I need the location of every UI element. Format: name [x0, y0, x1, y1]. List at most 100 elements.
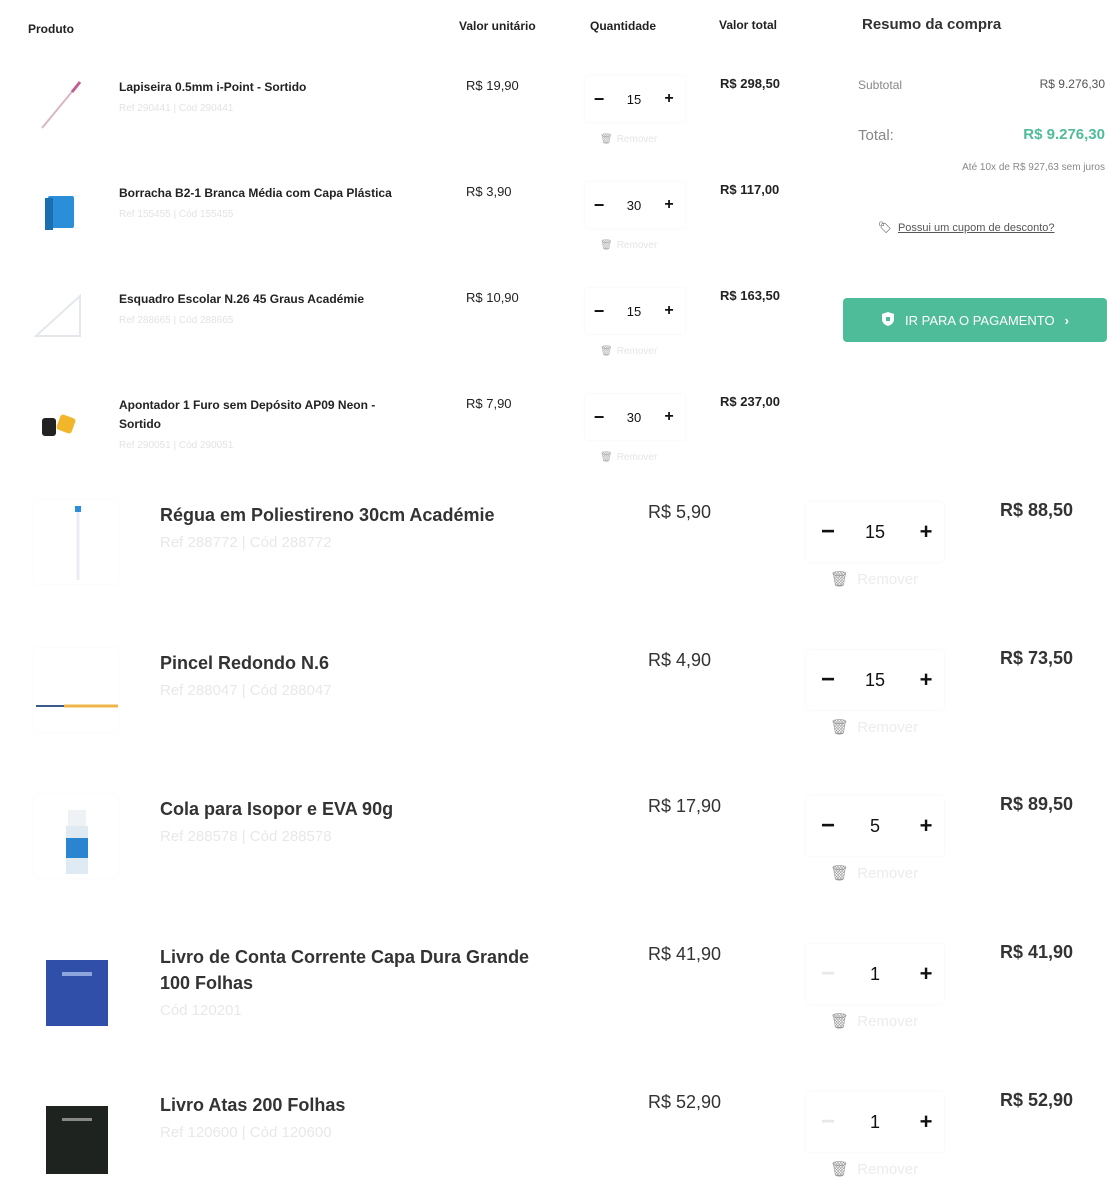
unit-price: R$ 3,90 — [466, 184, 512, 199]
remove-label: Remover — [616, 240, 658, 251]
remove-label: Remover — [857, 1161, 919, 1178]
remove-label: Remover — [616, 346, 658, 357]
product-thumbnail[interactable] — [34, 500, 118, 584]
decrease-quantity-button[interactable]: − — [585, 288, 613, 334]
product-name[interactable]: Apontador 1 Furo sem Depósito AP09 Neon … — [119, 396, 419, 455]
cart-item-row: Régua em Poliestireno 30cm Académie Ref 2… — [0, 478, 1107, 628]
payment-button[interactable]: IR PARA O PAGAMENTO › — [843, 298, 1107, 342]
decrease-quantity-button[interactable]: − — [814, 650, 842, 710]
total-price: R$ 237,00 — [720, 394, 780, 409]
header-valor-unitario: Valor unitário — [459, 19, 536, 33]
coupon-link[interactable]: 🏷 Possui um cupom de desconto? — [878, 221, 1055, 234]
black-book-image-icon — [46, 1106, 108, 1186]
product-name[interactable]: Livro de Conta Corrente Capa Dura Grande… — [160, 944, 560, 1024]
product-thumbnail[interactable] — [34, 1090, 118, 1186]
increase-quantity-button[interactable]: + — [655, 288, 683, 334]
quantity-value[interactable]: 30 — [613, 394, 655, 440]
product-name[interactable]: Lapiseira 0.5mm i-Point - Sortido Ref 290… — [119, 78, 419, 118]
cart-item-row: Cola para Isopor e EVA 90g Ref 288578 | C… — [0, 772, 1107, 922]
product-name[interactable]: Cola para Isopor e EVA 90g Ref 288578 | C… — [160, 796, 560, 850]
cart-item-row: Apontador 1 Furo sem Depósito AP09 Neon … — [0, 376, 800, 480]
unit-price: R$ 7,90 — [466, 396, 512, 411]
quantity-value[interactable]: 5 — [842, 796, 908, 856]
unit-price: R$ 10,90 — [466, 290, 519, 305]
product-thumbnail[interactable] — [28, 178, 92, 242]
quantity-stepper: − 15 + — [806, 650, 944, 710]
increase-quantity-button[interactable]: + — [655, 76, 683, 122]
cart-item-row: Borracha B2-1 Branca Média com Capa Plás… — [0, 164, 800, 268]
decrease-quantity-button[interactable]: − — [814, 944, 842, 1004]
remove-button[interactable]: 🗑 Remover — [830, 1012, 918, 1030]
remove-label: Remover — [857, 1013, 919, 1030]
product-ref: Ref 290441 | Cód 290441 — [119, 103, 234, 114]
decrease-quantity-button[interactable]: − — [814, 502, 842, 562]
decrease-quantity-button[interactable]: − — [585, 182, 613, 228]
eraser-image-icon — [45, 196, 74, 230]
product-thumbnail[interactable] — [34, 942, 118, 1042]
product-thumbnail[interactable] — [28, 284, 92, 348]
trash-icon: 🗑 — [600, 452, 613, 463]
header-produto: Produto — [28, 22, 74, 36]
increase-quantity-button[interactable]: + — [912, 650, 940, 710]
product-name[interactable]: Esquadro Escolar N.26 45 Graus Académie R… — [119, 290, 419, 330]
increase-quantity-button[interactable]: + — [912, 1092, 940, 1152]
increase-quantity-button[interactable]: + — [655, 182, 683, 228]
total-price: R$ 298,50 — [720, 76, 780, 91]
blue-book-image-icon — [46, 960, 108, 1042]
trash-icon: 🗑 — [830, 1013, 850, 1030]
order-summary: Resumo da compra Subtotal R$ 9.276,30 To… — [842, 0, 1107, 470]
ruler-image-icon — [75, 506, 81, 580]
remove-label: Remover — [857, 719, 919, 736]
unit-price: R$ 5,90 — [648, 502, 712, 522]
decrease-quantity-button[interactable]: − — [814, 796, 842, 856]
installments-text: Até 10x de R$ 927,63 sem juros — [962, 162, 1105, 173]
remove-button[interactable]: 🗑 Remover — [830, 1160, 918, 1178]
remove-button[interactable]: 🗑 Remover — [600, 134, 657, 145]
quantity-value[interactable]: 15 — [613, 288, 655, 334]
remove-button[interactable]: 🗑 Remover — [830, 864, 918, 882]
product-name[interactable]: Borracha B2-1 Branca Média com Capa Plás… — [119, 184, 419, 224]
decrease-quantity-button[interactable]: − — [814, 1092, 842, 1152]
glue-bottle-image-icon — [66, 810, 88, 874]
total-price: R$ 89,50 — [1000, 794, 1074, 814]
quantity-value[interactable]: 30 — [613, 182, 655, 228]
unit-price: R$ 52,90 — [648, 1092, 722, 1112]
product-name[interactable]: Pincel Redondo N.6 Ref 288047 | Cód 28804… — [160, 650, 560, 704]
decrease-quantity-button[interactable]: − — [585, 394, 613, 440]
quantity-value[interactable]: 15 — [842, 502, 908, 562]
total-price: R$ 41,90 — [1000, 942, 1074, 962]
subtotal-value: R$ 9.276,30 — [1039, 77, 1105, 91]
quantity-value[interactable]: 15 — [613, 76, 655, 122]
product-thumbnail[interactable] — [34, 794, 118, 878]
remove-button[interactable]: 🗑 Remover — [830, 718, 918, 736]
remove-button[interactable]: 🗑 Remover — [600, 452, 657, 463]
increase-quantity-button[interactable]: + — [912, 944, 940, 1004]
quantity-value[interactable]: 1 — [842, 1092, 908, 1152]
increase-quantity-button[interactable]: + — [912, 796, 940, 856]
decrease-quantity-button[interactable]: − — [585, 76, 613, 122]
remove-button[interactable]: 🗑 Remover — [830, 570, 918, 588]
remove-button[interactable]: 🗑 Remover — [600, 346, 657, 357]
increase-quantity-button[interactable]: + — [912, 502, 940, 562]
product-thumbnail[interactable] — [28, 390, 92, 454]
unit-price: R$ 4,90 — [648, 650, 712, 670]
coupon-link-label: Possui um cupom de desconto? — [897, 222, 1055, 234]
quantity-value[interactable]: 1 — [842, 944, 908, 1004]
pencil-image-icon — [41, 81, 82, 129]
product-name[interactable]: Régua em Poliestireno 30cm Académie Ref 2… — [160, 502, 560, 556]
product-thumbnail[interactable] — [28, 72, 92, 136]
quantity-stepper: − 30 + — [585, 182, 685, 228]
total-price: R$ 73,50 — [1000, 648, 1074, 668]
increase-quantity-button[interactable]: + — [655, 394, 683, 440]
product-ref: Ref 288665 | Cód 288665 — [119, 315, 234, 326]
product-thumbnail[interactable] — [34, 648, 118, 732]
shield-icon — [881, 311, 895, 330]
product-ref: Ref 288578 | Cód 288578 — [160, 828, 332, 845]
remove-button[interactable]: 🗑 Remover — [600, 240, 657, 251]
quantity-stepper: − 15 + — [585, 76, 685, 122]
chevron-right-icon: › — [1064, 312, 1069, 328]
quantity-value[interactable]: 15 — [842, 650, 908, 710]
product-ref: Ref 290051 | Cód 290051 — [119, 440, 234, 451]
product-ref: Ref 120600 | Cód 120600 — [160, 1124, 332, 1141]
product-name[interactable]: Livro Atas 200 Folhas Ref 120600 | Cód 12… — [160, 1092, 560, 1146]
